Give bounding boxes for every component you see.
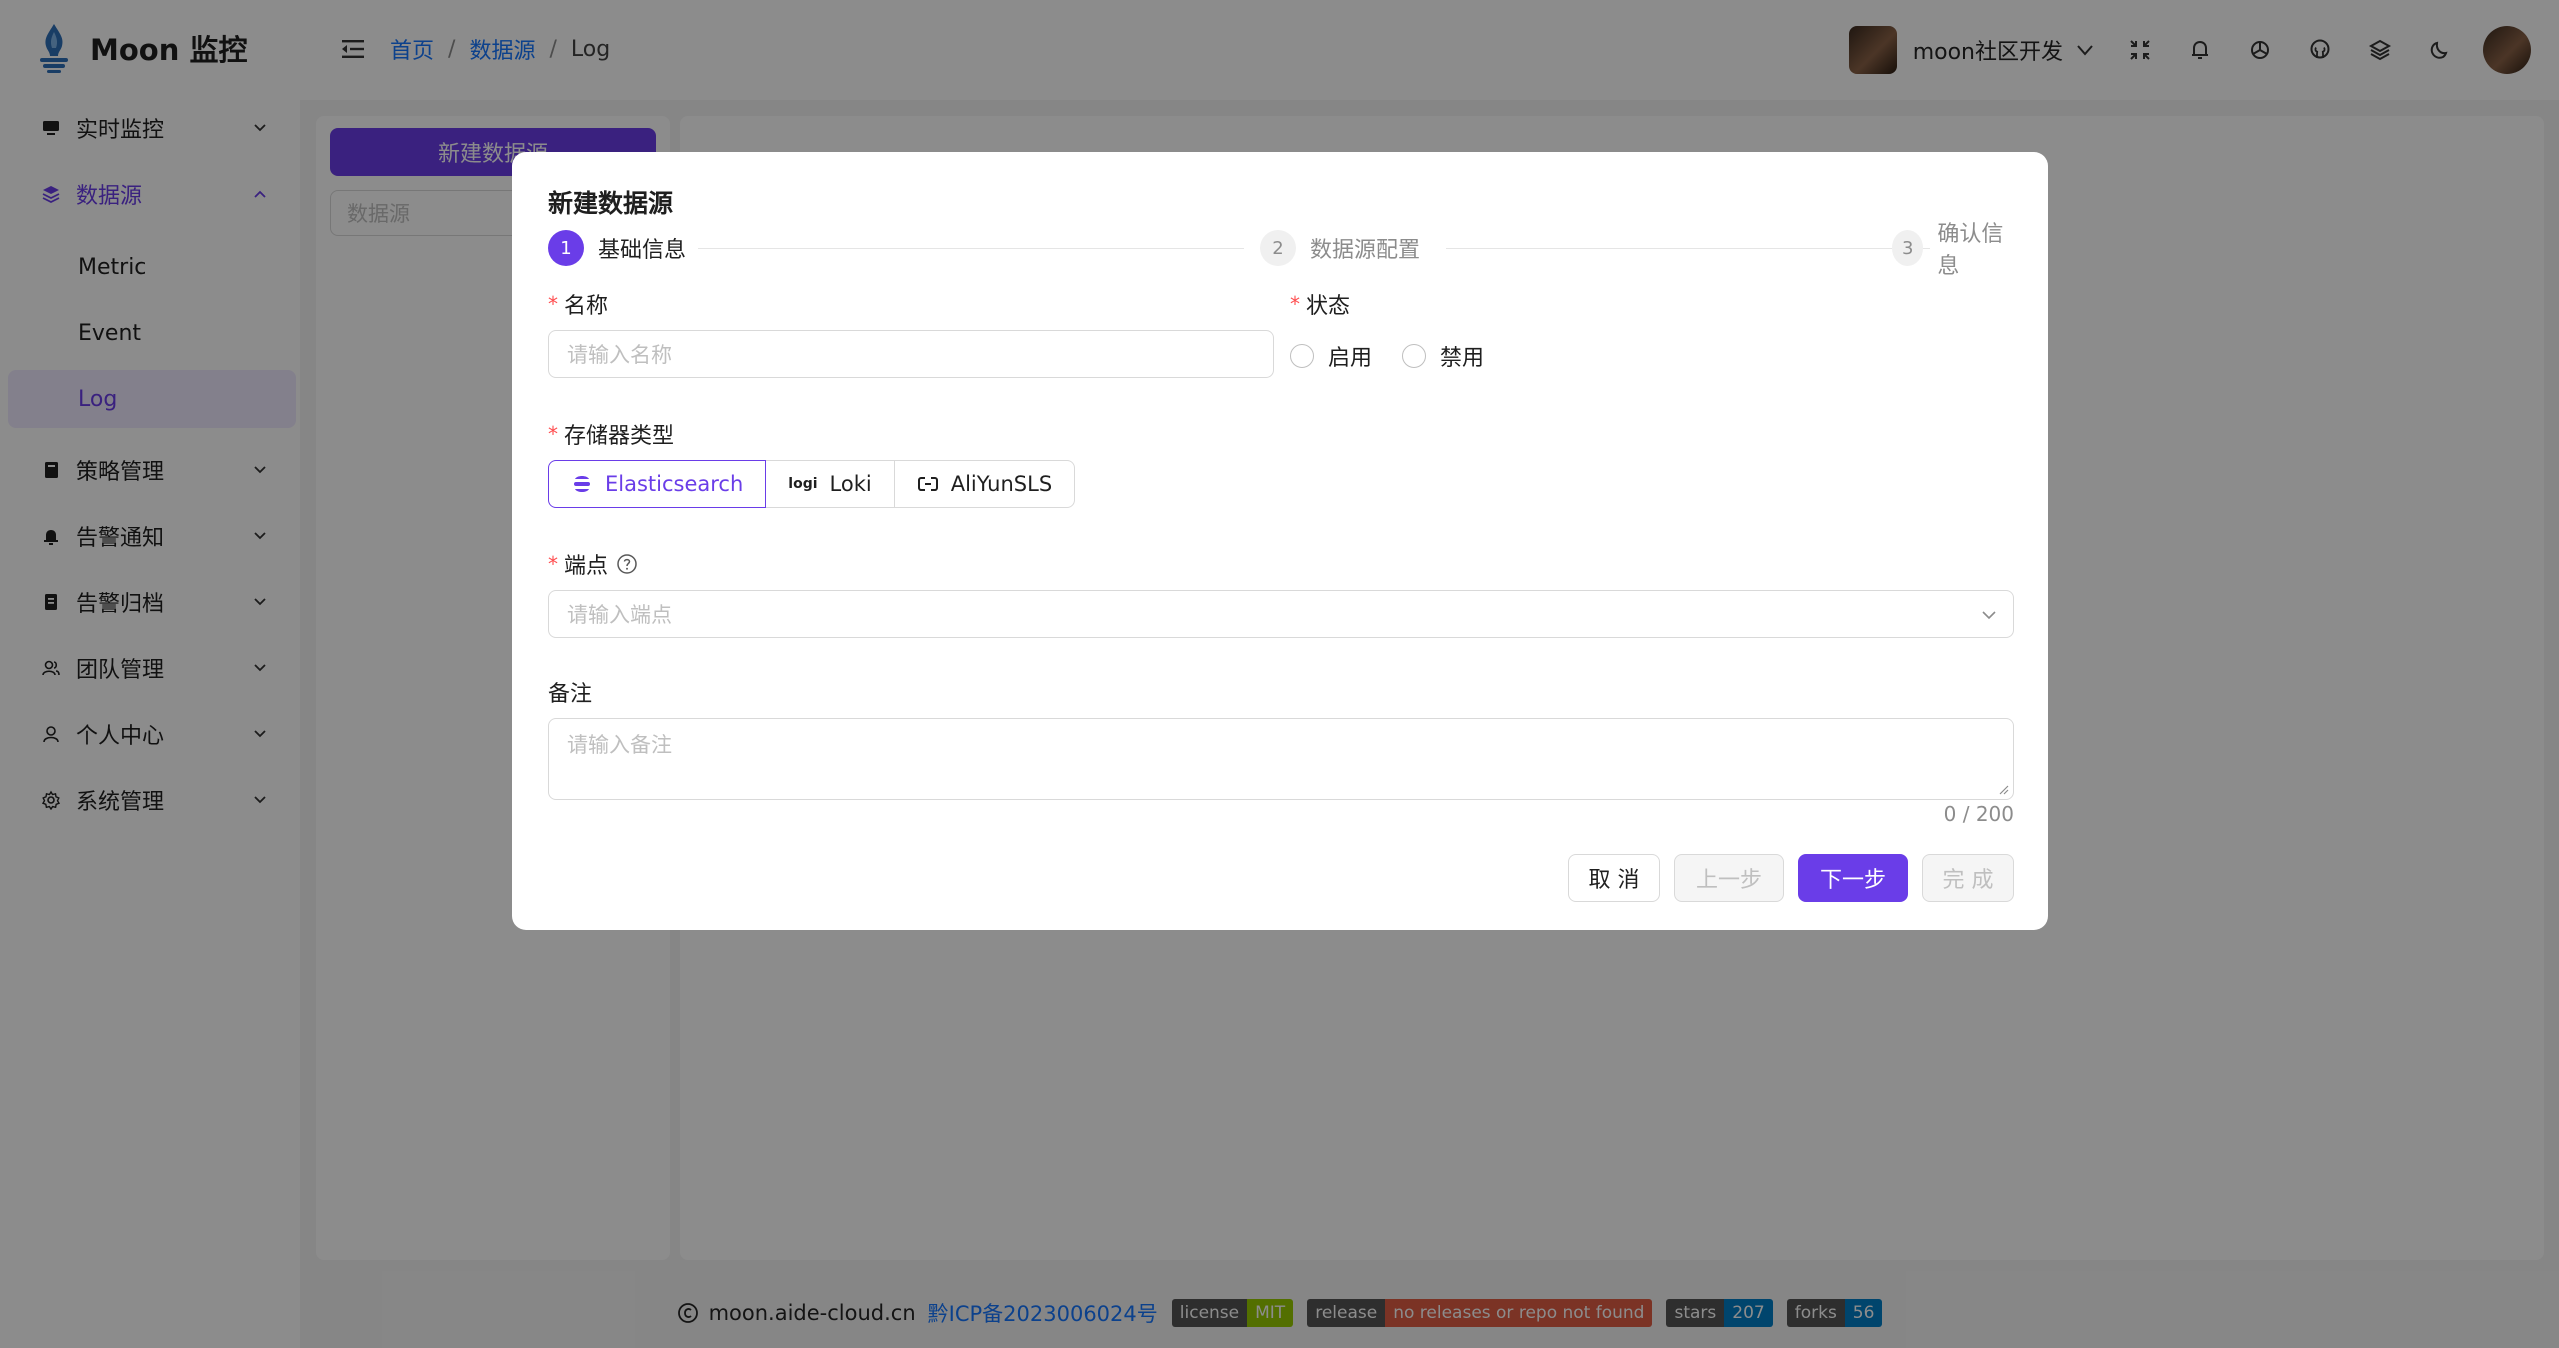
status-radio-group: 启用 禁用 <box>1290 340 1514 372</box>
loki-icon: logi <box>788 476 818 492</box>
endpoint-select[interactable]: 请输入端点 <box>548 590 2014 638</box>
step-divider <box>698 248 1244 249</box>
remark-char-counter: 0 / 200 <box>1943 802 2014 826</box>
elasticsearch-icon <box>571 473 593 495</box>
status-enable-radio[interactable]: 启用 <box>1290 340 1372 372</box>
step-confirm: 3 确认信息 <box>1892 222 2014 279</box>
aliyun-icon <box>917 473 939 495</box>
storage-loki-option[interactable]: logi Loki <box>765 460 895 508</box>
remark-textarea[interactable]: 请输入备注 <box>548 718 2014 800</box>
next-step-button[interactable]: 下一步 <box>1798 854 1908 902</box>
step-basic-info: 1 基础信息 <box>548 228 686 268</box>
storage-aliyunsls-option[interactable]: AliYunSLS <box>893 460 1076 508</box>
step-label: 确认信息 <box>1937 222 2004 279</box>
resize-handle-icon[interactable] <box>1997 783 2009 795</box>
status-disable-radio[interactable]: 禁用 <box>1402 340 1484 372</box>
storage-type-label: * 存储器类型 <box>548 422 675 449</box>
step-divider <box>1446 248 1930 249</box>
question-circle-icon[interactable] <box>616 553 638 575</box>
new-datasource-modal: 新建数据源 1 基础信息 2 数据源配置 3 确认信息 * 名称 请输入名称 * 状… <box>512 152 2048 930</box>
prev-step-button[interactable]: 上一步 <box>1674 854 1784 902</box>
step-datasource-config: 2 数据源配置 <box>1260 228 1420 268</box>
name-input[interactable]: 请输入名称 <box>548 330 1274 378</box>
endpoint-label: * 端点 <box>548 548 638 580</box>
status-label: * 状态 <box>1290 292 1351 319</box>
storage-elasticsearch-option[interactable]: Elasticsearch <box>548 460 767 508</box>
name-label: * 名称 <box>548 292 609 319</box>
chevron-down-icon <box>1982 611 1996 620</box>
remark-label: 备注 <box>548 682 593 707</box>
finish-button[interactable]: 完 成 <box>1922 854 2014 902</box>
modal-title: 新建数据源 <box>548 189 674 218</box>
step-number: 3 <box>1892 230 1924 266</box>
steps: 1 基础信息 2 数据源配置 3 确认信息 <box>548 222 2014 279</box>
storage-type-segmented: Elasticsearch logi Loki AliYunSLS <box>548 460 1076 508</box>
step-label: 基础信息 <box>598 238 687 263</box>
step-number: 2 <box>1260 230 1296 266</box>
step-label: 数据源配置 <box>1310 238 1421 263</box>
step-number: 1 <box>548 230 584 266</box>
cancel-button[interactable]: 取 消 <box>1568 854 1660 902</box>
